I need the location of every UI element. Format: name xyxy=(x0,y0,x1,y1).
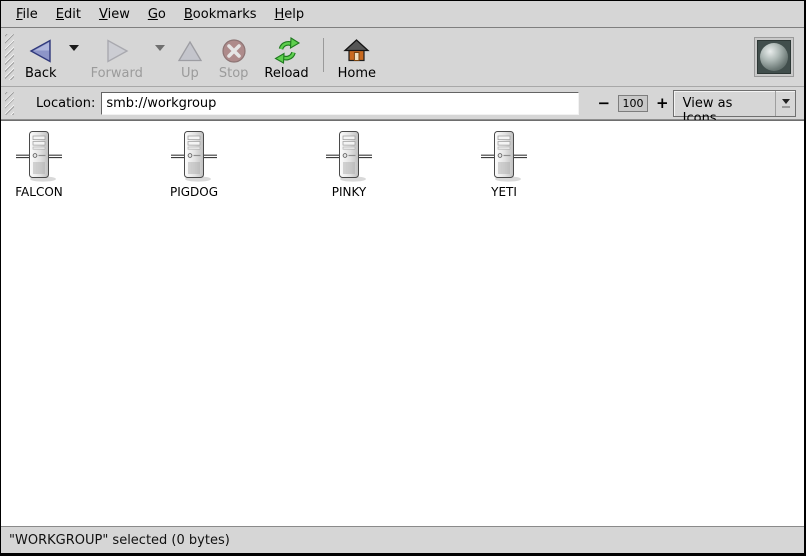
stop-label: Stop xyxy=(219,67,249,80)
dropdown-arrow-icon xyxy=(775,91,795,116)
home-button[interactable]: Home xyxy=(330,30,384,84)
server-label: FALCON xyxy=(15,186,63,199)
server-item-pinky[interactable]: PINKY xyxy=(317,129,381,199)
menu-item-file[interactable]: File xyxy=(7,3,47,26)
forward-label: Forward xyxy=(91,67,143,80)
file-view[interactable]: FALCON PIGDOG PINKY YETI xyxy=(1,120,804,526)
view-as-dropdown[interactable]: View as Icons xyxy=(673,90,796,117)
server-item-yeti[interactable]: YETI xyxy=(472,129,536,199)
chevron-down-icon xyxy=(69,45,79,51)
menu-item-view[interactable]: View xyxy=(90,3,139,26)
toolbar-separator xyxy=(323,38,324,72)
file-manager-window: File Edit View Go Bookmarks Help Back Fo… xyxy=(0,0,806,556)
server-icon xyxy=(326,129,372,182)
back-label: Back xyxy=(25,67,57,80)
label-text: H xyxy=(275,7,285,22)
forward-history-dropdown[interactable] xyxy=(151,30,169,84)
up-button[interactable]: Up xyxy=(169,30,211,84)
chevron-down-icon xyxy=(155,45,165,51)
back-icon xyxy=(27,38,55,64)
forward-icon xyxy=(103,38,131,64)
back-history-dropdown[interactable] xyxy=(65,30,83,84)
location-input[interactable] xyxy=(101,92,579,115)
label-text: V xyxy=(99,7,108,22)
server-label: YETI xyxy=(491,186,517,199)
globe-icon xyxy=(760,43,788,71)
stop-icon xyxy=(221,38,247,64)
location-bar-drag-handle[interactable] xyxy=(5,92,14,115)
server-icon xyxy=(16,129,62,182)
label-text: elp xyxy=(284,7,304,22)
toolbar-drag-handle[interactable] xyxy=(5,34,14,80)
server-label: PIGDOG xyxy=(170,186,218,199)
location-bar: Location: − 100 + View as Icons xyxy=(1,87,804,120)
status-bar: "WORKGROUP" selected (0 bytes) xyxy=(1,526,804,553)
toolbar-spacer xyxy=(384,30,754,84)
label-text: B xyxy=(184,7,193,22)
stop-button[interactable]: Stop xyxy=(211,30,257,84)
label-text: View as xyxy=(683,96,733,111)
menu-item-bookmarks[interactable]: Bookmarks xyxy=(175,3,266,26)
server-item-pigdog[interactable]: PIGDOG xyxy=(162,129,226,199)
server-icon xyxy=(481,129,527,182)
up-label: Up xyxy=(181,67,199,80)
reload-label: Reload xyxy=(264,67,308,80)
home-icon xyxy=(343,38,370,64)
reload-icon xyxy=(273,37,301,64)
up-icon xyxy=(177,38,203,64)
menu-item-help[interactable]: Help xyxy=(266,3,314,26)
menu-item-edit[interactable]: Edit xyxy=(47,3,90,26)
view-as-label: View as Icons xyxy=(674,91,776,116)
throbber xyxy=(754,37,794,77)
forward-button[interactable]: Forward xyxy=(83,30,151,84)
back-button[interactable]: Back xyxy=(17,30,65,84)
label-text: dit xyxy=(64,7,81,22)
label-text: G xyxy=(148,7,158,22)
label-text: ookmarks xyxy=(193,7,257,22)
label-text: o xyxy=(158,7,166,22)
toolbar: Back Forward Up Stop xyxy=(1,28,804,87)
server-icon xyxy=(171,129,217,182)
label-text: E xyxy=(56,7,64,22)
label-text: iew xyxy=(108,7,130,22)
home-label: Home xyxy=(338,67,376,80)
server-label: PINKY xyxy=(332,186,367,199)
throbber-frame xyxy=(757,40,791,74)
location-label: Location: xyxy=(36,96,95,111)
status-text: "WORKGROUP" selected (0 bytes) xyxy=(9,533,230,548)
menubar: File Edit View Go Bookmarks Help xyxy=(1,1,804,28)
label-text: ile xyxy=(23,7,38,22)
reload-button[interactable]: Reload xyxy=(256,30,316,84)
menu-item-go[interactable]: Go xyxy=(139,3,175,26)
zoom-in-button[interactable]: + xyxy=(652,96,673,111)
zoom-level-indicator: 100 xyxy=(618,95,648,112)
server-item-falcon[interactable]: FALCON xyxy=(7,129,71,199)
zoom-out-button[interactable]: − xyxy=(593,96,614,111)
